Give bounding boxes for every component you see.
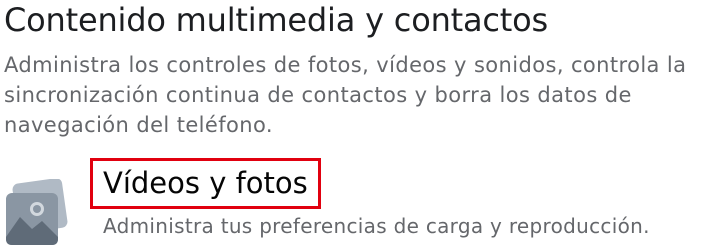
section-description: Administra los controles de fotos, vídeo… xyxy=(4,53,687,137)
item-subtitle: Administra tus preferencias de carga y r… xyxy=(103,214,650,238)
item-title: Vídeos y fotos xyxy=(103,166,308,200)
photos-icon xyxy=(4,179,72,247)
menu-item-videos-photos[interactable]: Vídeos y fotos Administra tus preferenci… xyxy=(0,158,720,247)
section-title: Contenido multimedia y contactos xyxy=(4,1,549,39)
item-title-highlight: Vídeos y fotos xyxy=(90,158,321,209)
